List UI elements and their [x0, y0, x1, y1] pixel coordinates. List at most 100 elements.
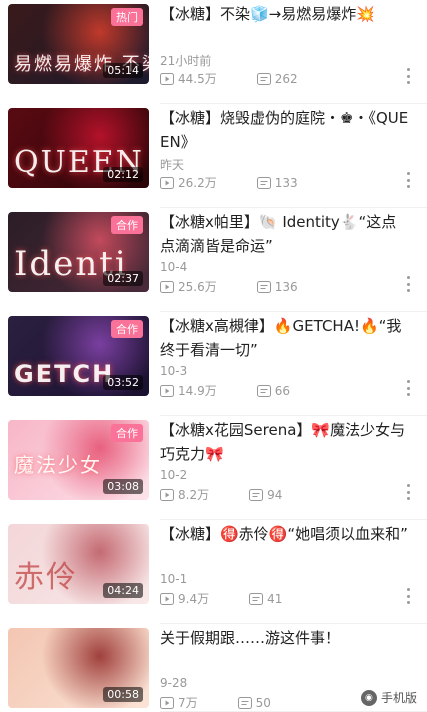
video-stats: 44.5万 262: [160, 70, 338, 87]
comment-icon: [256, 280, 271, 293]
comment-count-value: 133: [274, 175, 298, 190]
video-thumbnail[interactable]: QUEEN 02:12: [8, 108, 149, 188]
play-count-icon: [160, 280, 174, 293]
upload-date: 10-4: [160, 260, 188, 274]
video-item[interactable]: 易燃易爆炸 不染 热门 05:14 【冰糖】不染🧊→易燃易爆炸💥 21小时前 4…: [0, 0, 427, 104]
collab-badge: 合作: [111, 320, 143, 338]
view-count: 26.2万: [160, 174, 217, 191]
video-stats: 9.4万 41: [160, 590, 322, 607]
more-options-icon[interactable]: [403, 482, 413, 502]
video-item[interactable]: GETCH 合作 03:52 【冰糖x高槻律】🔥GETCHA!🔥“我终于看清一切…: [0, 312, 427, 416]
view-count: 8.2万: [160, 486, 209, 503]
comment-count-value: 66: [274, 383, 291, 398]
view-count: 44.5万: [160, 70, 217, 87]
view-count: 7万: [160, 694, 198, 711]
video-title[interactable]: 关于假期跟……游这件事！: [160, 626, 410, 650]
upload-date: 21小时前: [160, 54, 212, 68]
view-count-value: 8.2万: [178, 488, 210, 502]
watermark: ◉ 手机版: [356, 687, 421, 708]
more-options-icon[interactable]: [403, 586, 413, 606]
view-count-value: 25.6万: [178, 280, 217, 294]
video-item[interactable]: 魔法少女 合作 03:08 【冰糖x花园Serena】🎀魔法少女与巧克力🎀 10…: [0, 416, 427, 520]
video-stats: 26.2万 133: [160, 174, 338, 191]
watermark-text: 手机版: [380, 691, 417, 705]
view-count-value: 26.2万: [178, 176, 217, 190]
collab-badge: 合作: [111, 216, 143, 234]
video-stats: 14.9万 66: [160, 382, 330, 399]
video-duration: 04:24: [103, 583, 143, 598]
more-options-icon[interactable]: [403, 170, 413, 190]
play-count-icon: [160, 384, 174, 397]
video-stats: 25.6万 136: [160, 278, 338, 295]
view-count-value: 9.4万: [178, 592, 210, 606]
wechat-icon: ◉: [360, 689, 377, 706]
video-thumbnail[interactable]: Identi 合作 02:37: [8, 212, 149, 292]
upload-date: 10-3: [160, 364, 188, 378]
video-duration: 03:52: [103, 375, 143, 390]
comment-icon: [237, 696, 252, 709]
comment-icon: [256, 384, 271, 397]
video-stats: 7万 50: [160, 694, 311, 711]
view-count: 9.4万: [160, 590, 209, 607]
video-title[interactable]: 【冰糖x高槻律】🔥GETCHA!🔥“我终于看清一切”: [160, 314, 410, 362]
video-title[interactable]: 【冰糖】烧毁虚伪的庭院・♚・《QUEEN》: [160, 106, 410, 154]
video-duration: 05:14: [103, 63, 143, 78]
view-count: 14.9万: [160, 382, 217, 399]
video-title[interactable]: 【冰糖】不染🧊→易燃易爆炸💥: [160, 2, 410, 26]
view-count: 25.6万: [160, 278, 217, 295]
comment-icon: [249, 592, 264, 605]
video-thumbnail[interactable]: 魔法少女 合作 03:08: [8, 420, 149, 500]
video-duration: 03:08: [103, 479, 143, 494]
more-options-icon[interactable]: [403, 66, 413, 86]
video-title[interactable]: 【冰糖】🉐赤伶🉐“她唱须以血来和”: [160, 522, 410, 546]
view-count-value: 44.5万: [178, 72, 217, 86]
video-duration: 02:12: [103, 167, 143, 182]
upload-date: 10-2: [160, 468, 188, 482]
video-list: 易燃易爆炸 不染 热门 05:14 【冰糖】不染🧊→易燃易爆炸💥 21小时前 4…: [0, 0, 427, 712]
comment-count-value: 262: [274, 71, 298, 86]
comment-count: 66: [256, 383, 291, 398]
play-count-icon: [160, 488, 174, 501]
play-count-icon: [160, 592, 174, 605]
thumbnail-caption: GETCH: [14, 360, 115, 388]
video-duration: 02:37: [103, 271, 143, 286]
video-title[interactable]: 【冰糖x帕里】🐚 Identity🐇“这点点滴滴皆是命运”: [160, 210, 410, 258]
thumbnail-caption: 赤伶: [14, 560, 78, 595]
video-thumbnail[interactable]: 易燃易爆炸 不染 热门 05:14: [8, 4, 149, 84]
video-stats: 8.2万 94: [160, 486, 322, 503]
comment-count: 50: [237, 695, 271, 710]
comment-count-value: 136: [274, 279, 298, 294]
comment-count: 136: [256, 279, 298, 294]
comment-count-value: 50: [255, 695, 271, 710]
comment-count: 133: [256, 175, 298, 190]
video-thumbnail[interactable]: 赤伶 04:24: [8, 524, 149, 604]
video-item[interactable]: 赤伶 04:24 【冰糖】🉐赤伶🉐“她唱须以血来和” 10-1 9.4万 41: [0, 520, 427, 624]
play-count-icon: [160, 72, 174, 85]
comment-icon: [256, 72, 271, 85]
comment-count-value: 94: [267, 487, 283, 502]
upload-date: 10-1: [160, 572, 188, 586]
comment-count: 262: [256, 71, 298, 86]
more-options-icon[interactable]: [403, 274, 413, 294]
view-count-value: 14.9万: [178, 384, 217, 398]
play-count-icon: [160, 176, 174, 189]
comment-count: 41: [249, 592, 282, 606]
comment-count: 94: [249, 488, 282, 502]
video-thumbnail[interactable]: 00:58: [8, 628, 149, 708]
more-options-icon[interactable]: [403, 378, 413, 398]
video-title[interactable]: 【冰糖x花园Serena】🎀魔法少女与巧克力🎀: [160, 418, 410, 466]
video-thumbnail[interactable]: GETCH 合作 03:52: [8, 316, 149, 396]
view-count-value: 7万: [178, 696, 198, 710]
upload-date: 昨天: [160, 158, 185, 172]
comment-icon: [256, 176, 271, 189]
video-item[interactable]: QUEEN 02:12 【冰糖】烧毁虚伪的庭院・♚・《QUEEN》 昨天 26.…: [0, 104, 427, 208]
video-item[interactable]: Identi 合作 02:37 【冰糖x帕里】🐚 Identity🐇“这点点滴滴…: [0, 208, 427, 312]
video-duration: 00:58: [103, 687, 143, 702]
comment-icon: [249, 488, 264, 501]
upload-date: 9-28: [160, 676, 188, 690]
thumbnail-caption: 魔法少女: [14, 453, 102, 477]
play-count-icon: [160, 696, 174, 709]
comment-count-value: 41: [267, 591, 283, 606]
collab-badge: 合作: [111, 424, 143, 442]
hot-badge: 热门: [111, 8, 143, 26]
